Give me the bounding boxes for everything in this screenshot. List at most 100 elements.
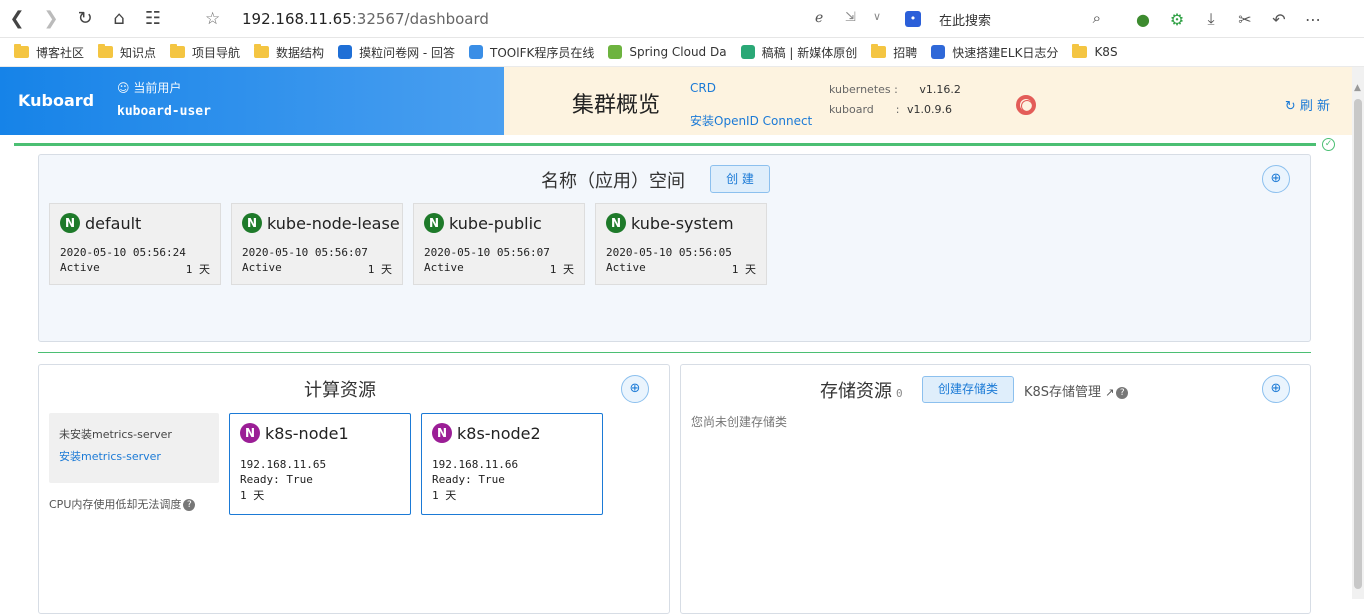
empty-storage-text: 您尚未创建存储类 [691, 415, 788, 429]
refresh-button[interactable]: ↻ 刷 新 [1285, 95, 1330, 114]
bookmark-label: TOOlFK程序员在线 [490, 45, 595, 60]
app-header: Kuboard ☺ 当前用户 kuboard-user 集群概览 CRD 安装O… [0, 67, 1352, 135]
ie-mode-icon[interactable]: ℯ [815, 10, 823, 26]
namespace-age: 1 天 [549, 263, 574, 276]
header-left: Kuboard ☺ 当前用户 kuboard-user [0, 67, 504, 135]
site-icon [740, 45, 755, 59]
bookmark-item[interactable]: 知识点 [98, 44, 156, 61]
url-path: :32567/dashboard [351, 10, 489, 28]
namespace-badge-icon: N [606, 213, 626, 233]
bookmark-label: 博客社区 [36, 45, 85, 60]
bookmark-item[interactable]: 招聘 [871, 44, 917, 61]
namespace-created: 2020-05-10 05:56:24 [60, 246, 186, 259]
namespace-title: 名称（应用）空间 [541, 171, 685, 192]
create-namespace-button[interactable]: 创 建 [710, 165, 770, 193]
node-ready: Ready: True [432, 473, 505, 486]
storage-zoom-icon[interactable]: ⊕ [1262, 375, 1290, 403]
storage-count: 0 [896, 387, 903, 400]
metrics-box: 未安装metrics-server 安装metrics-server [49, 413, 219, 483]
folder-icon [14, 44, 29, 58]
folder-icon [98, 44, 114, 58]
cpu-note[interactable]: CPU内存使用低却无法调度? [49, 496, 196, 512]
search-input[interactable]: 在此搜索 [939, 10, 991, 29]
namespace-created: 2020-05-10 05:56:07 [242, 246, 368, 259]
bookmark-label: 项目导航 [192, 45, 241, 60]
node-ip: 192.168.11.66 [432, 458, 519, 471]
help-icon[interactable]: ? [183, 499, 196, 511]
bookmark-item[interactable]: K8S [1072, 44, 1118, 59]
globe-icon[interactable]: ● [1126, 10, 1160, 29]
download-icon[interactable]: ⤓ [1194, 9, 1228, 29]
share-icon[interactable]: ⇲ [845, 10, 856, 25]
bookmark-item[interactable]: 数据结构 [254, 44, 324, 61]
more-icon[interactable]: ⋯ [1296, 10, 1330, 29]
namespace-card[interactable]: Ndefault 2020-05-10 05:56:24 Active 1 天 [49, 203, 221, 285]
bookmark-item[interactable]: 摸粒问卷网 - 回答 [338, 44, 455, 61]
bookmark-item[interactable]: TOOlFK程序员在线 [469, 44, 594, 61]
namespace-name: kube-node-lease [267, 214, 400, 233]
address-bar[interactable]: 192.168.11.65:32567/dashboard [242, 10, 489, 28]
section-divider [38, 352, 1311, 353]
k8s-storage-link[interactable]: K8S存储管理 ↗? [1024, 381, 1129, 400]
namespace-status: Active [606, 261, 646, 274]
install-metrics-link[interactable]: 安装metrics-server [59, 448, 161, 464]
search-box[interactable]: • 在此搜索 ⌕ [905, 8, 1101, 30]
namespace-name: kube-system [631, 214, 734, 233]
bookmark-item[interactable]: Spring Cloud Da [608, 45, 727, 59]
bookmark-label: 知识点 [120, 45, 157, 60]
scissors-icon[interactable]: ✂ [1228, 10, 1262, 29]
node-ready: Ready: True [240, 473, 313, 486]
scroll-thumb[interactable] [1354, 99, 1362, 589]
check-icon: ✓ [1322, 138, 1335, 151]
metrics-title: 未安装metrics-server [59, 428, 172, 441]
lifebuoy-icon[interactable] [1016, 95, 1036, 115]
brand-logo[interactable]: Kuboard [18, 91, 94, 110]
bookmark-item[interactable]: 稿稿 | 新媒体原创 [740, 44, 858, 61]
zoom-icon[interactable]: ⊕ [1262, 165, 1290, 193]
namespace-card[interactable]: Nkube-public 2020-05-10 05:56:07 Active 1 天 [413, 203, 585, 285]
gear-icon[interactable]: ⚙ [1160, 10, 1194, 29]
home-icon[interactable]: ⌂ [102, 0, 136, 38]
bookmark-label: 招聘 [893, 45, 918, 60]
site-icon [469, 45, 484, 59]
namespace-created: 2020-05-10 05:56:07 [424, 246, 550, 259]
back-icon[interactable]: ❮ [0, 0, 34, 38]
storage-title: 存储资源 0 [820, 381, 903, 402]
namespace-badge-icon: N [424, 213, 444, 233]
site-icon [931, 45, 946, 59]
chevron-down-icon[interactable]: ∨ [873, 10, 881, 23]
compute-zoom-icon[interactable]: ⊕ [621, 375, 649, 403]
oidc-link[interactable]: 安装OpenID Connect [690, 112, 812, 129]
folder-icon [871, 44, 887, 58]
bookmark-item[interactable]: 快速搭建ELK日志分 [931, 44, 1058, 61]
search-icon[interactable]: ⌕ [1093, 9, 1101, 27]
namespace-status: Active [424, 261, 464, 274]
namespace-status: Active [242, 261, 282, 274]
undo-icon[interactable]: ↶ [1262, 10, 1296, 29]
kubernetes-version: kubernetes : v1.16.2 [829, 83, 961, 96]
bookmark-item[interactable]: 项目导航 [170, 44, 240, 61]
crd-link[interactable]: CRD [690, 81, 716, 95]
node-card[interactable]: Nk8s-node2 192.168.11.66 Ready: True 1 天 [421, 413, 603, 515]
header-right: 集群概览 CRD 安装OpenID Connect kubernetes : v… [504, 67, 1352, 135]
refresh-icon: ↻ [1284, 99, 1296, 114]
bookmark-item[interactable]: 博客社区 [14, 44, 84, 61]
storage-help-icon[interactable]: ? [1116, 386, 1129, 399]
scroll-up-icon[interactable]: ▲ [1354, 83, 1361, 93]
node-card[interactable]: Nk8s-node1 192.168.11.65 Ready: True 1 天 [229, 413, 411, 515]
namespace-card[interactable]: Nkube-system 2020-05-10 05:56:05 Active 1 天 [595, 203, 767, 285]
bookmark-label: 快速搭建ELK日志分 [952, 45, 1059, 60]
bookmark-star-icon[interactable]: ☆ [205, 9, 220, 29]
current-user-label: ☺ 当前用户 [117, 81, 182, 95]
namespace-card[interactable]: Nkube-node-lease 2020-05-10 05:56:07 Activ… [231, 203, 403, 285]
namespace-badge-icon: N [242, 213, 262, 233]
reader-icon[interactable]: ☷ [136, 0, 170, 38]
reload-icon[interactable]: ↻ [68, 0, 102, 38]
scrollbar[interactable]: ▲ [1352, 67, 1364, 599]
external-link-icon: ↗ [1105, 386, 1115, 399]
forward-icon[interactable]: ❯ [34, 0, 68, 38]
bookmark-label: 稿稿 | 新媒体原创 [761, 45, 858, 60]
create-storage-class-button[interactable]: 创建存储类 [922, 376, 1014, 403]
node-badge-icon: N [240, 423, 260, 443]
node-ip: 192.168.11.65 [240, 458, 327, 471]
